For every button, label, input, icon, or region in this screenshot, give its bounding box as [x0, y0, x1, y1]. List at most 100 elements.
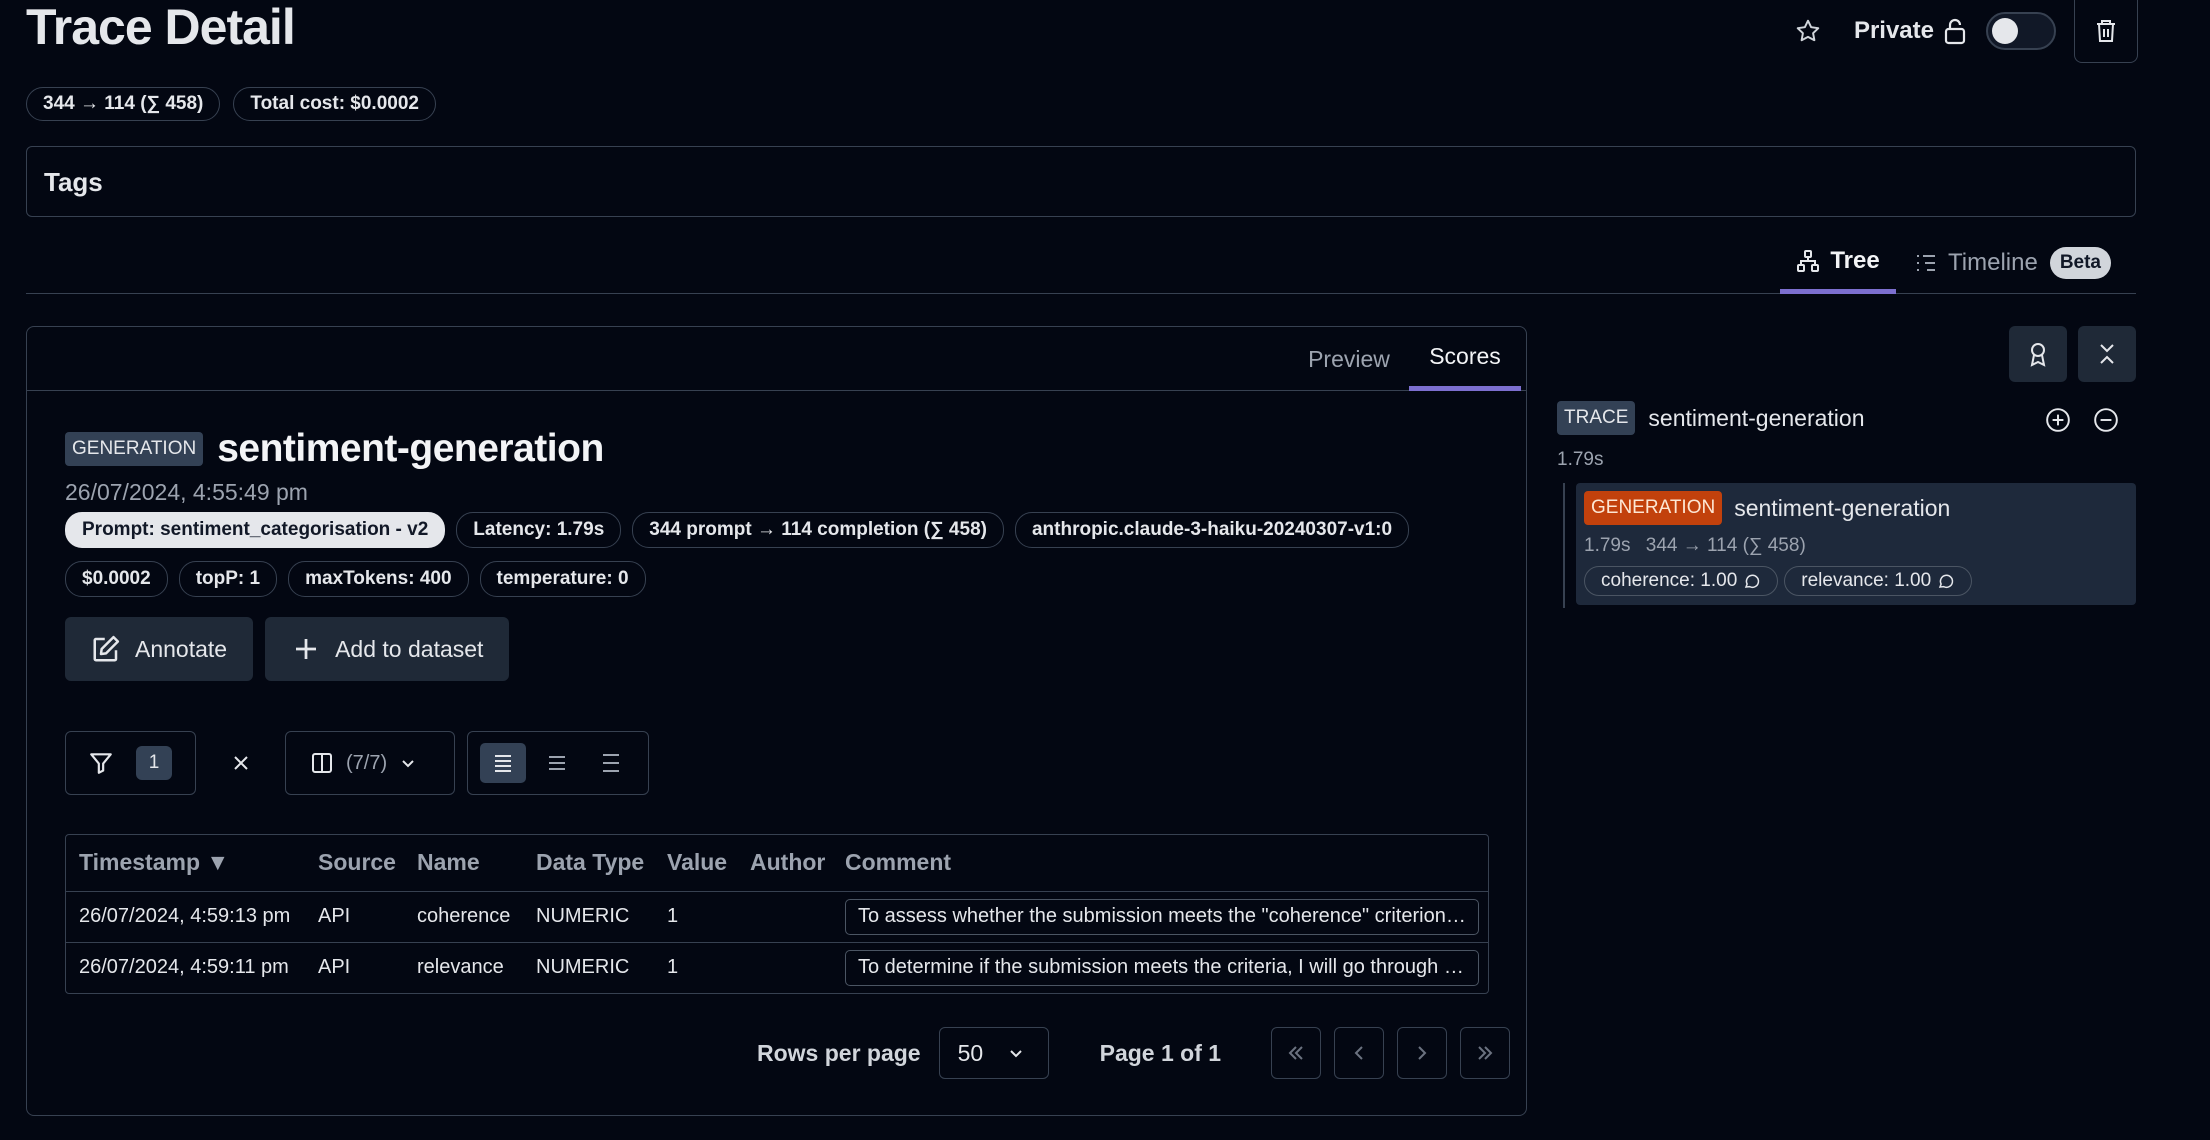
- density-spacious-button[interactable]: [588, 743, 634, 783]
- cell-name: relevance: [417, 956, 504, 979]
- tab-timeline[interactable]: Timeline Beta: [1914, 232, 2111, 294]
- prompt-pill[interactable]: Prompt: sentiment_categorisation - v2: [65, 512, 446, 548]
- cell-value: 1: [654, 891, 737, 943]
- cell-comment: To determine if the submission meets the…: [832, 942, 1488, 993]
- score-text: coherence: 1.00: [1601, 570, 1738, 591]
- chevron-down-icon: [1010, 1050, 1022, 1058]
- view-tabs: Tree Timeline Beta: [26, 232, 2136, 294]
- density-compact-button[interactable]: [480, 743, 526, 783]
- chevron-down-icon: [402, 760, 414, 768]
- trace-detail-page: Trace Detail Private 344 → 114 (∑ 458) T…: [0, 0, 2210, 1140]
- toggle-knob: [1992, 18, 2018, 44]
- model-pill: anthropic.claude-3-haiku-20240307-v1:0: [1014, 512, 1410, 548]
- filter-button[interactable]: 1: [65, 731, 196, 795]
- cell-author: [737, 942, 832, 993]
- tab-timeline-label: Timeline: [1948, 249, 2038, 276]
- col-comment: Comment: [832, 835, 1488, 892]
- columns-icon: [312, 753, 332, 773]
- page-indicator: Page 1 of 1: [1099, 1039, 1222, 1066]
- cell-comment: To assess whether the submission meets t…: [832, 891, 1488, 943]
- action-buttons: Annotate Add to dataset: [65, 617, 510, 681]
- usage-detail-pill: 344 prompt → 114 completion (∑ 458): [632, 512, 1004, 548]
- columns-button[interactable]: (7/7): [285, 731, 455, 795]
- prev-page-button[interactable]: [1334, 1027, 1385, 1079]
- tree-icon: [1797, 249, 1820, 272]
- first-page-button[interactable]: [1271, 1027, 1322, 1079]
- cell-source: API: [318, 956, 351, 979]
- tab-scores[interactable]: Scores: [1409, 327, 1521, 391]
- generation-node[interactable]: GENERATION sentiment-generation 1.79s 34…: [1576, 483, 2136, 605]
- filter-icon: [90, 753, 112, 774]
- score-badge-coherence[interactable]: coherence: 1.00: [1584, 566, 1779, 596]
- row-density-group: [467, 731, 649, 795]
- tab-preview[interactable]: Preview: [1289, 327, 1409, 391]
- chevrons-collapse-icon: [2100, 344, 2114, 364]
- annotate-label: Annotate: [135, 635, 228, 662]
- rows-per-page-value: 50: [957, 1039, 984, 1066]
- align-justify-icon: [495, 755, 511, 772]
- score-badge-relevance[interactable]: relevance: 1.00: [1784, 566, 1973, 596]
- comment-icon: [1745, 574, 1760, 588]
- generation-node-scores: coherence: 1.00 relevance: 1.00: [1584, 566, 1973, 596]
- tags-section[interactable]: Tags: [26, 146, 2136, 217]
- trace-latency: 1.79s: [1557, 449, 1604, 470]
- cell-name: coherence: [404, 891, 523, 943]
- cell-timestamp: 26/07/2024, 4:59:11 pm: [79, 956, 289, 979]
- col-timestamp[interactable]: Timestamp ▼: [66, 835, 305, 892]
- comment-text[interactable]: To assess whether the submission meets t…: [845, 898, 1479, 935]
- pagination: Rows per page 50 Page 1 of 1: [757, 1027, 1523, 1079]
- plus-circle-icon[interactable]: [2045, 407, 2071, 433]
- columns-count: (7/7): [346, 751, 388, 774]
- table-row[interactable]: 26/07/2024, 4:59:13 pm API coherence NUM…: [66, 891, 1488, 943]
- cell-value: 1: [667, 956, 679, 979]
- add-to-dataset-label: Add to dataset: [335, 635, 484, 662]
- chevrons-right-icon: [1478, 1046, 1493, 1060]
- comment-icon: [1939, 574, 1954, 588]
- annotate-button[interactable]: Annotate: [65, 617, 254, 681]
- next-page-button[interactable]: [1397, 1027, 1448, 1079]
- col-name: Name: [404, 835, 523, 892]
- star-icon: [1796, 19, 1820, 42]
- last-page-button[interactable]: [1460, 1027, 1511, 1079]
- rows-per-page-select[interactable]: 50: [938, 1027, 1049, 1079]
- private-toggle[interactable]: [1986, 12, 2056, 50]
- cell-timestamp: 26/07/2024, 4:59:13 pm: [66, 891, 305, 943]
- cell-author: [737, 891, 832, 943]
- comment-text[interactable]: To determine if the submission meets the…: [845, 949, 1479, 986]
- tab-tree-label: Tree: [1830, 246, 1880, 274]
- table-row[interactable]: 26/07/2024, 4:59:11 pm API relevance NUM…: [66, 942, 1488, 993]
- top-actions: Private: [1786, 0, 2138, 63]
- metadata-row-1: Prompt: sentiment_categorisation - v2 La…: [65, 512, 1410, 548]
- star-button[interactable]: [1786, 9, 1830, 53]
- chevron-left-icon: [1354, 1046, 1363, 1060]
- tab-tree[interactable]: Tree: [1780, 232, 1896, 294]
- page-title: Trace Detail: [26, 0, 296, 55]
- private-label: Private: [1853, 17, 1934, 44]
- trace-node[interactable]: TRACE sentiment-generation: [1557, 401, 1864, 435]
- max-tokens-pill: maxTokens: 400: [288, 561, 469, 597]
- clear-filters-button[interactable]: [227, 749, 255, 777]
- observation-panel: Preview Scores GENERATION sentiment-gene…: [26, 326, 1527, 1116]
- edit-icon: [93, 635, 120, 662]
- collapse-all-button[interactable]: [2078, 326, 2136, 382]
- table-header-row: Timestamp ▼ Source Name Data Type Value …: [66, 835, 1488, 892]
- generation-node-meta: 1.79s 344 → 114 (∑ 458): [1584, 535, 1816, 557]
- scores-table: Timestamp ▼ Source Name Data Type Value …: [65, 834, 1489, 994]
- plus-icon: [296, 639, 317, 659]
- trace-badge: TRACE: [1557, 401, 1636, 435]
- filter-count-badge: 1: [136, 746, 172, 780]
- temperature-pill: temperature: 0: [479, 561, 646, 597]
- delete-button[interactable]: [2074, 0, 2138, 63]
- scores-toggle-button[interactable]: [2009, 326, 2067, 382]
- generation-node-badge: GENERATION: [1584, 491, 1723, 525]
- cell-data-type: NUMERIC: [523, 891, 654, 943]
- timeline-icon: [1917, 255, 1935, 271]
- usage-pill: 344 → 114 (∑ 458): [26, 87, 221, 121]
- beta-badge: Beta: [2049, 247, 2111, 279]
- tags-label: Tags: [44, 167, 103, 197]
- tree-connector: [1563, 483, 1565, 608]
- add-to-dataset-button[interactable]: Add to dataset: [265, 617, 510, 681]
- density-normal-button[interactable]: [534, 743, 580, 783]
- minus-circle-icon[interactable]: [2093, 407, 2119, 433]
- observation-name: sentiment-generation: [217, 427, 604, 470]
